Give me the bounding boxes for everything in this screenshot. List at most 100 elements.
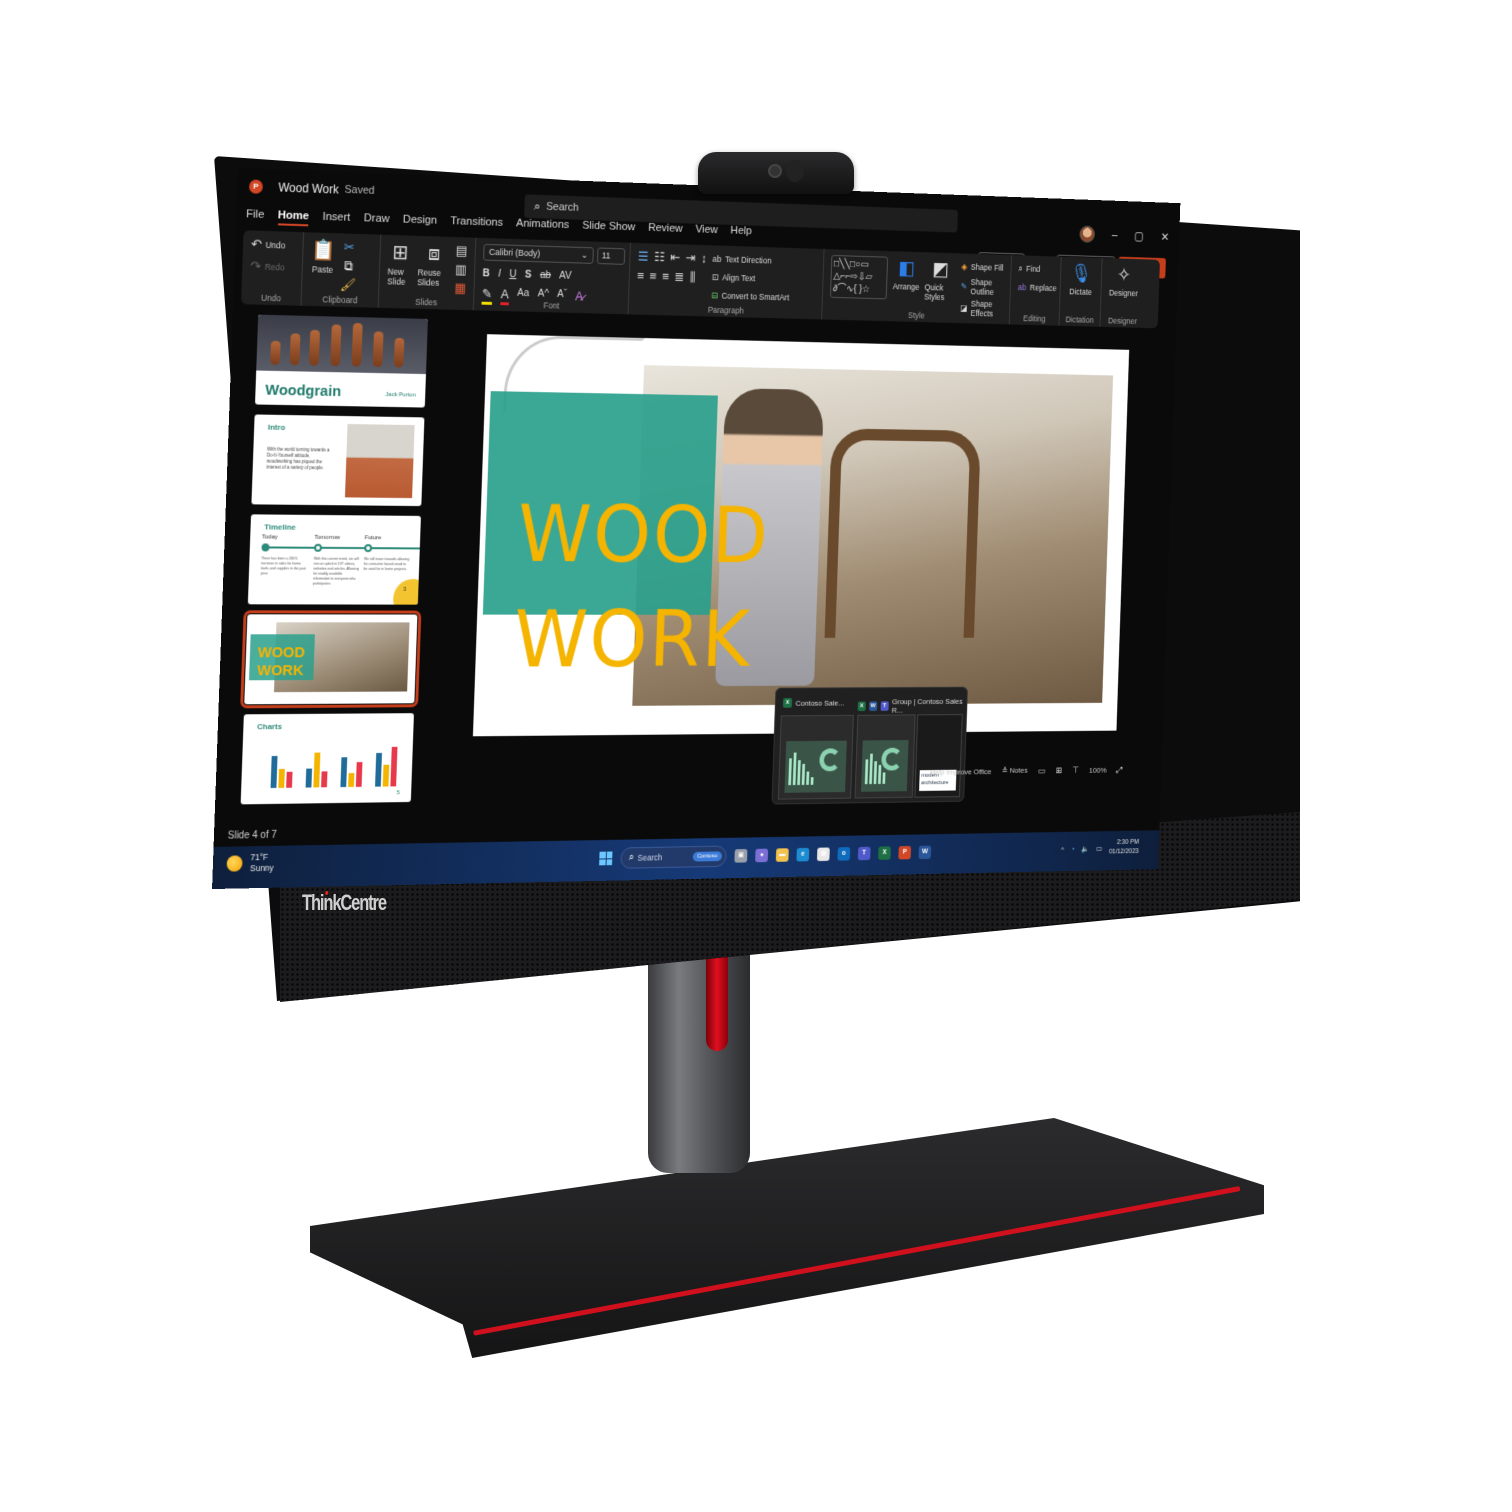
tab-review[interactable]: Review <box>648 222 683 239</box>
mini-bar-group <box>305 752 329 788</box>
designer-button[interactable]: ✧ Designer <box>1109 264 1139 298</box>
tab-transitions[interactable]: Transitions <box>450 215 503 232</box>
preview-window-excel[interactable] <box>777 714 854 800</box>
copilot-badge[interactable]: Contoso <box>692 851 723 862</box>
align-center-icon[interactable]: ≡ <box>649 269 656 285</box>
convert-smartart-button[interactable]: ⊟ Convert to SmartArt <box>711 288 790 306</box>
tab-view[interactable]: View <box>695 224 718 240</box>
paste-button[interactable]: 📋 Paste <box>310 238 336 274</box>
new-slide-button[interactable]: ⊞ New Slide <box>387 241 413 287</box>
italic-button[interactable]: I <box>498 268 501 280</box>
preview-window-teams[interactable]: modern architecture <box>914 714 963 798</box>
align-left-icon[interactable]: ≡ <box>637 268 644 284</box>
preview-window-excel-2[interactable] <box>854 714 916 799</box>
zoom-level[interactable]: 100% <box>1089 766 1107 775</box>
redo-button[interactable]: ↷ Redo <box>250 258 285 275</box>
bold-button[interactable]: B <box>482 267 490 279</box>
tab-insert[interactable]: Insert <box>322 211 350 228</box>
quick-styles-icon: ◩ <box>931 259 950 281</box>
tab-draw[interactable]: Draw <box>363 212 390 229</box>
teams-icon[interactable]: T <box>857 846 871 861</box>
tab-home[interactable]: Home <box>277 209 310 227</box>
designer-wand-icon: ✧ <box>1116 264 1132 286</box>
align-right-icon[interactable]: ≡ <box>662 269 669 285</box>
teams-meet-icon[interactable]: ● <box>755 848 769 863</box>
slide-thumbnail-2[interactable]: Intro With the world turning towards a D… <box>251 414 425 507</box>
shadow-button[interactable]: S <box>525 269 532 281</box>
quick-styles-button[interactable]: ◩ Quick Styles <box>924 258 956 302</box>
copy-icon[interactable]: ⧉ <box>340 258 356 274</box>
battery-icon[interactable]: ▭ <box>1096 844 1102 852</box>
help-improve-link[interactable]: Help Improve Office <box>930 767 992 776</box>
bullets-icon[interactable]: ☰ <box>638 249 649 265</box>
maximize-button[interactable]: ▢ <box>1134 229 1144 242</box>
start-button[interactable] <box>599 851 613 866</box>
wifi-icon[interactable]: ◔ <box>1071 844 1075 852</box>
minimize-button[interactable]: – <box>1112 229 1118 242</box>
clock[interactable]: 2:30 PM 01/12/2023 <box>1109 838 1139 857</box>
fit-to-window-icon[interactable]: ⤢ <box>1116 762 1123 777</box>
task-view-icon[interactable]: ▣ <box>734 849 748 863</box>
account-avatar[interactable] <box>1079 225 1096 243</box>
slide-thumbnail-1[interactable]: Woodgrain Jack Purton <box>254 314 428 408</box>
decrease-indent-icon[interactable]: ⇤ <box>670 250 680 266</box>
underline-button[interactable]: U <box>509 268 517 280</box>
text-direction-button[interactable]: ab Text Direction <box>712 251 791 269</box>
slide-thumbnail-4[interactable]: 4 WOODWORK <box>240 610 422 709</box>
tab-help[interactable]: Help <box>730 225 752 241</box>
increase-indent-icon[interactable]: ⇥ <box>685 250 695 266</box>
edge-icon[interactable]: e <box>796 847 810 862</box>
arrange-button[interactable]: ◧ Arrange <box>893 257 921 292</box>
format-painter-icon[interactable]: 🖌 <box>340 277 356 293</box>
excel-icon[interactable]: X <box>878 846 891 860</box>
slide-thumbnail-3[interactable]: Timeline Today Tomorrow Future There has… <box>247 514 421 605</box>
tab-design[interactable]: Design <box>403 214 438 231</box>
slide-thumbnail-5[interactable]: Charts 5 <box>240 713 414 805</box>
reading-view-icon[interactable]: ⊤ <box>1072 763 1079 778</box>
undo-button[interactable]: ↶ Undo <box>251 236 286 253</box>
font-size-select[interactable]: 11 <box>596 247 626 265</box>
layout-icon[interactable]: ▤ <box>455 243 467 259</box>
slide-title[interactable]: WOOD WORK <box>512 482 771 693</box>
numbering-icon[interactable]: ☷ <box>654 249 665 265</box>
shapes-gallery[interactable]: □╲╲□○▭ △⌐⌐⇨⇩▱ ∂⌒∿{ }☆ <box>829 254 889 300</box>
shape-outline-button[interactable]: ✎ Shape Outline <box>960 277 1003 297</box>
line-spacing-icon[interactable]: ↕ <box>701 251 707 267</box>
notes-button[interactable]: ≙ Notes <box>1002 763 1028 778</box>
word-icon[interactable]: W <box>918 845 932 860</box>
char-spacing-button[interactable]: AV <box>559 270 572 282</box>
replace-button[interactable]: ab Replace <box>1018 280 1057 296</box>
reuse-slides-button[interactable]: ⧈ Reuse Slides <box>417 242 450 288</box>
slide-canvas[interactable]: WOOD WORK <box>472 334 1130 737</box>
tray-overflow-icon[interactable]: ^ <box>1061 845 1064 853</box>
columns-icon[interactable]: ⫼ <box>690 270 696 286</box>
normal-view-icon[interactable]: ▭ <box>1038 763 1046 778</box>
strikethrough-button[interactable]: ab <box>540 269 551 281</box>
volume-icon[interactable]: 🔈 <box>1081 844 1089 853</box>
tab-slide-show[interactable]: Slide Show <box>582 220 636 237</box>
timeline-dot <box>261 543 270 552</box>
cut-icon[interactable]: ✂ <box>341 239 357 255</box>
align-text-button[interactable]: ⊡ Align Text <box>711 269 790 287</box>
weather-widget[interactable]: 71°F Sunny <box>226 852 274 875</box>
save-status[interactable]: Saved <box>344 184 374 197</box>
font-name-select[interactable]: Calibri (Body) ⌄ <box>483 243 594 264</box>
taskbar-search[interactable]: ⌕ Search Contoso <box>620 845 727 869</box>
section-icon[interactable]: ▦ <box>454 280 466 296</box>
justify-icon[interactable]: ≣ <box>674 269 684 285</box>
powerpoint-icon[interactable]: P <box>898 845 912 860</box>
find-button[interactable]: ⌕ Find <box>1018 261 1040 277</box>
tab-animations[interactable]: Animations <box>516 218 569 235</box>
mini-bar-chart <box>270 743 398 788</box>
timeline-text: There has been a 230% increase in sales … <box>260 556 306 576</box>
reset-icon[interactable]: ▥ <box>455 262 467 278</box>
slide-sorter-icon[interactable]: ⊞ <box>1055 763 1062 778</box>
tab-file[interactable]: File <box>246 208 265 225</box>
dictate-button[interactable]: 🎙 Dictate <box>1069 263 1093 296</box>
shape-fill-button[interactable]: ◈ Shape Fill <box>961 259 1004 275</box>
file-explorer-icon[interactable]: ▬ <box>775 848 789 862</box>
mini-bar <box>390 746 398 787</box>
close-button[interactable]: ✕ <box>1160 230 1169 243</box>
outlook-icon[interactable]: o <box>837 847 851 861</box>
store-icon[interactable]: ▦ <box>816 847 830 862</box>
